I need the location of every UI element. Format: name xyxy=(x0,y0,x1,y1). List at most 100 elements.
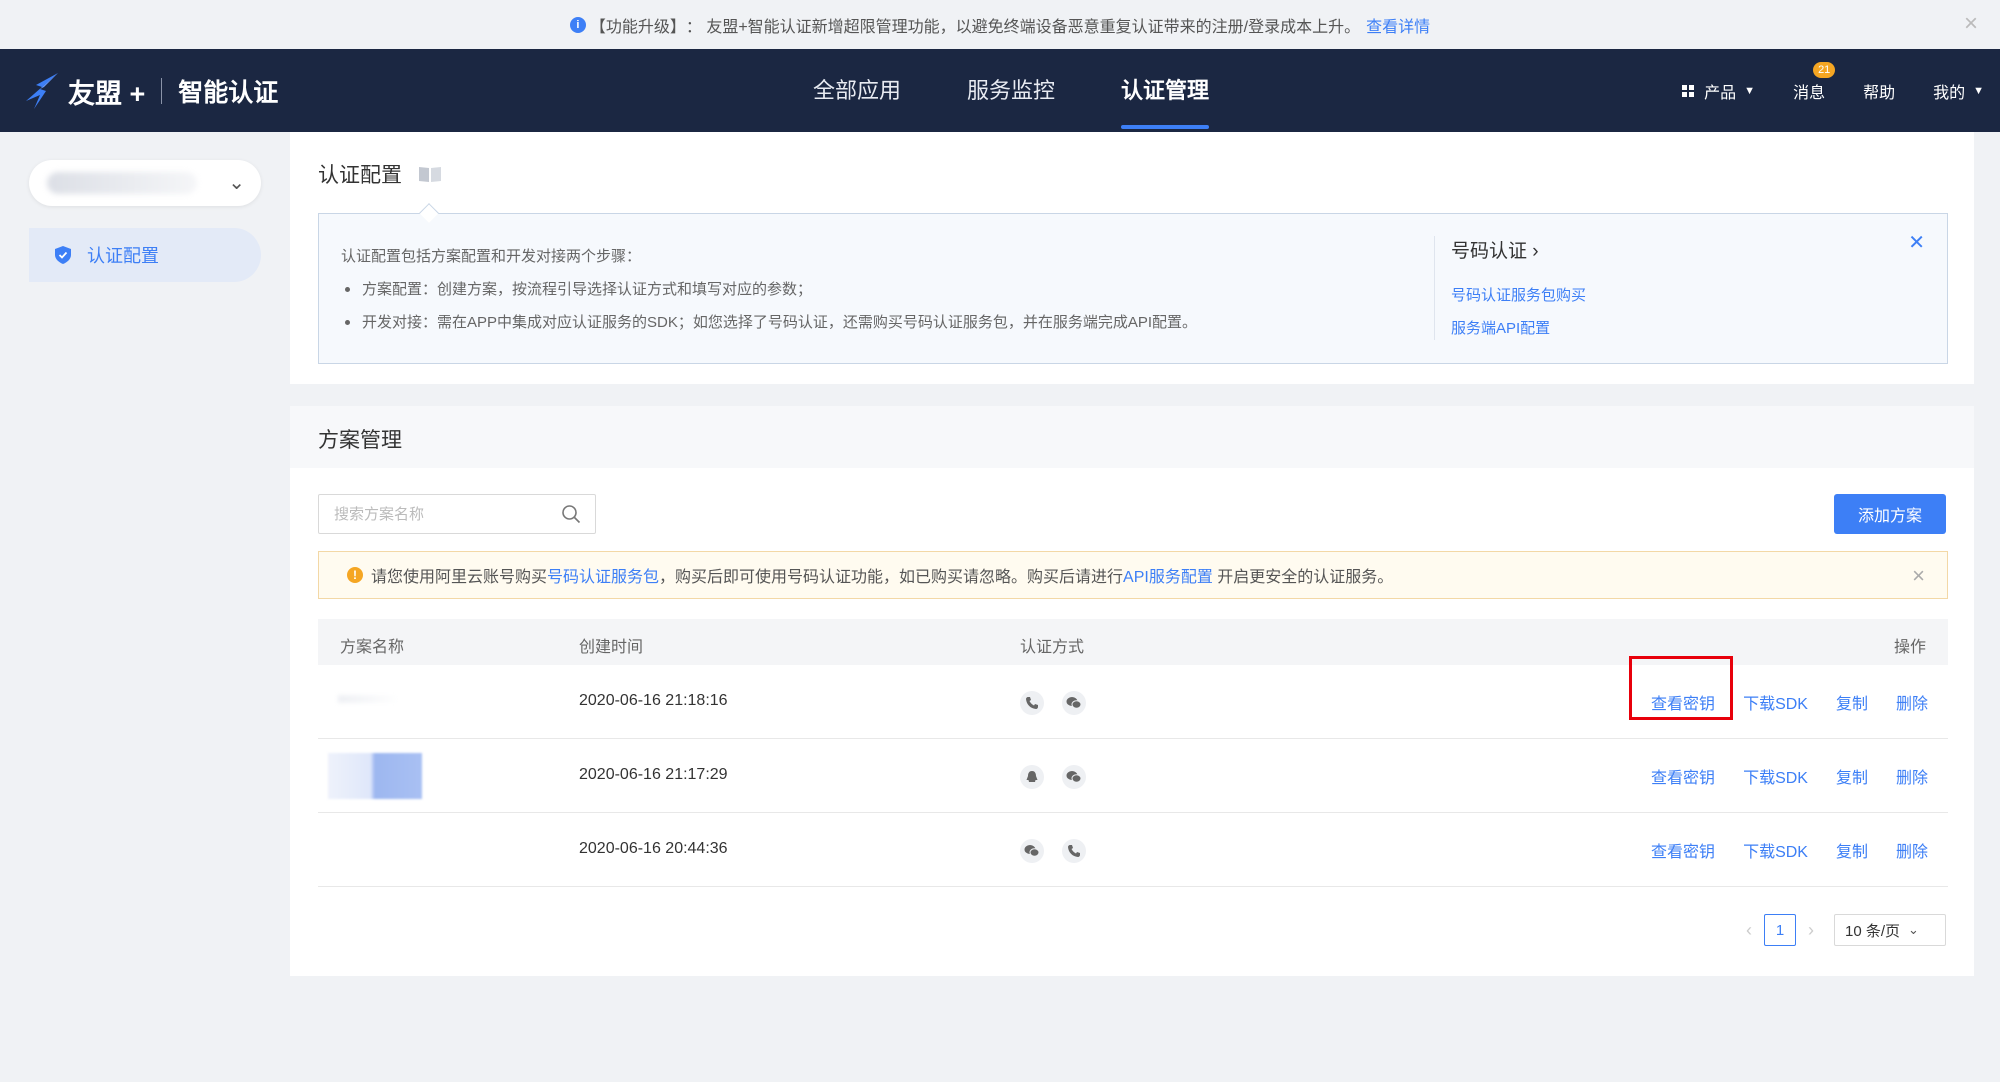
created-time: 2020-06-16 20:44:36 xyxy=(579,840,728,857)
close-icon[interactable]: ✕ xyxy=(1908,230,1925,255)
number-auth-title: 号码认证 xyxy=(1451,241,1528,262)
delete-link[interactable]: 删除 xyxy=(1896,838,1928,862)
nav-all-apps[interactable]: 全部应用 xyxy=(813,49,901,132)
plan-table: 方案名称 创建时间 认证方式 操作 2020-06-16 21:18:16 查看… xyxy=(318,619,1948,887)
sidebar-item-auth-config[interactable]: 认证配置 xyxy=(29,228,261,282)
book-icon[interactable] xyxy=(418,165,442,183)
service-package-link[interactable]: 号码认证服务包 xyxy=(547,563,659,587)
prev-page-icon[interactable]: ‹ xyxy=(1746,920,1752,941)
product-name: 智能认证 xyxy=(178,79,279,107)
page-1-button[interactable]: 1 xyxy=(1764,914,1796,946)
table-row: 2020-06-16 21:17:29 查看密钥 下载SDK 复制 删除 xyxy=(318,739,1948,813)
top-navbar: 友盟 + 智能认证 全部应用 服务监控 认证管理 产品 ▼ 消息 21 帮助 我… xyxy=(0,49,2000,132)
close-icon[interactable]: × xyxy=(1964,12,1978,36)
column-header-actions: 操作 xyxy=(1893,639,1926,656)
qq-icon xyxy=(1020,765,1044,789)
wechat-icon xyxy=(1062,691,1086,715)
search-icon[interactable] xyxy=(561,504,581,524)
column-header-name: 方案名称 xyxy=(340,639,405,656)
warning-text-3: 开启更安全的认证服务。 xyxy=(1217,569,1394,586)
page-title: 认证配置 xyxy=(318,164,402,187)
created-time: 2020-06-16 21:18:16 xyxy=(579,692,728,709)
nav-service-monitor[interactable]: 服务监控 xyxy=(967,49,1055,132)
search-box xyxy=(318,494,596,534)
warning-text-1: 请您使用阿里云账号购买 xyxy=(371,569,548,586)
sidebar: ⌄ 认证配置 xyxy=(0,132,290,1082)
chevron-right-icon: › xyxy=(1532,241,1539,262)
config-steps: 认证配置包括方案配置和开发对接两个步骤： 方案配置：创建方案，按流程引导选择认证… xyxy=(341,240,1197,339)
auth-config-title-row: 认证配置 xyxy=(318,159,442,189)
view-secret-key-link[interactable]: 查看密钥 xyxy=(1651,838,1715,862)
view-secret-key-link[interactable]: 查看密钥 xyxy=(1651,764,1715,788)
messages-link[interactable]: 消息 21 xyxy=(1793,61,1836,103)
warning-icon: ! xyxy=(347,567,363,583)
next-page-icon[interactable]: › xyxy=(1808,920,1814,941)
account-label: 我的 xyxy=(1933,84,1966,102)
config-step-item: 开发对接：需在APP中集成对应认证服务的SDK；如您选择了号码认证，还需购买号码… xyxy=(341,306,1197,339)
download-sdk-link[interactable]: 下载SDK xyxy=(1743,764,1808,788)
bullet-dot xyxy=(345,287,350,292)
plan-name-redacted xyxy=(328,753,422,799)
download-sdk-link[interactable]: 下载SDK xyxy=(1743,838,1808,862)
server-api-config-link[interactable]: 服务端API配置 xyxy=(1451,312,1586,345)
app-selector[interactable]: ⌄ xyxy=(29,160,261,206)
messages-badge: 21 xyxy=(1813,61,1836,78)
copy-link[interactable]: 复制 xyxy=(1836,690,1868,714)
help-label: 帮助 xyxy=(1863,84,1896,102)
config-step-text: 方案配置：创建方案，按流程引导选择认证方式和填写对应的参数； xyxy=(362,281,813,298)
download-sdk-link[interactable]: 下载SDK xyxy=(1743,690,1808,714)
delete-link[interactable]: 删除 xyxy=(1896,690,1928,714)
copy-link[interactable]: 复制 xyxy=(1836,838,1868,862)
row-actions: 查看密钥 下载SDK 复制 删除 xyxy=(1651,739,1948,813)
add-plan-button[interactable]: 添加方案 xyxy=(1834,494,1946,534)
column-header-created: 创建时间 xyxy=(579,639,644,656)
help-link[interactable]: 帮助 xyxy=(1863,79,1895,103)
plan-management-card: 方案管理 添加方案 ! 请您使用阿里云账号购买 号码认证服务包 ，购买后即可使用… xyxy=(290,406,1974,976)
page-size-select[interactable]: 10 条/页 ⌄ xyxy=(1834,914,1946,946)
copy-link[interactable]: 复制 xyxy=(1836,764,1868,788)
wechat-icon xyxy=(1020,839,1044,863)
created-time: 2020-06-16 21:17:29 xyxy=(579,766,728,783)
caret-down-icon: ▼ xyxy=(1973,84,1984,97)
brand-divider xyxy=(161,78,163,104)
view-secret-key-link[interactable]: 查看密钥 xyxy=(1629,656,1734,720)
account-menu[interactable]: 我的 ▼ xyxy=(1933,79,1984,103)
page-size-label: 10 条/页 xyxy=(1845,922,1901,940)
brand[interactable]: 友盟 + 智能认证 xyxy=(22,71,278,111)
shield-check-icon xyxy=(55,246,71,264)
number-auth-heading[interactable]: 号码认证 › xyxy=(1451,236,1586,263)
sidebar-item-label: 认证配置 xyxy=(87,246,159,266)
config-step-item: 方案配置：创建方案，按流程引导选择认证方式和填写对应的参数； xyxy=(341,273,1197,306)
announcement-bar: i 【功能升级】 ： 友盟+智能认证新增超限管理功能，以避免终端设备恶意重复认证… xyxy=(0,0,2000,49)
app-name-redacted xyxy=(47,172,197,194)
brand-name: 友盟 + xyxy=(68,78,146,109)
products-label: 产品 xyxy=(1704,84,1737,102)
main-nav: 全部应用 服务监控 认证管理 xyxy=(780,49,1242,132)
auth-methods xyxy=(1020,691,1104,715)
pagination: ‹ 1 › 10 条/页 ⌄ xyxy=(1746,914,1946,946)
delete-link[interactable]: 删除 xyxy=(1896,764,1928,788)
api-config-link[interactable]: API服务配置 xyxy=(1123,563,1213,587)
auth-methods xyxy=(1020,765,1104,789)
plan-card-header xyxy=(290,406,1974,468)
search-input[interactable] xyxy=(319,495,539,533)
number-auth-panel: 号码认证 › 号码认证服务包购买 服务端API配置 xyxy=(1451,236,1586,345)
purchase-warning-alert: ! 请您使用阿里云账号购买 号码认证服务包 ，购买后即可使用号码认证功能，如已购… xyxy=(318,551,1948,599)
announcement-details-link[interactable]: 查看详情 xyxy=(1366,13,1430,37)
auth-methods xyxy=(1020,839,1104,863)
nav-auth-management[interactable]: 认证管理 xyxy=(1121,49,1210,132)
umeng-logo-icon xyxy=(26,73,58,109)
products-menu[interactable]: 产品 ▼ xyxy=(1682,79,1755,103)
auth-config-card: 认证配置 认证配置包括方案配置和开发对接两个步骤： 方案配置：创建方案，按流程引… xyxy=(290,132,1974,384)
table-row: 2020-06-16 20:44:36 查看密钥 下载SDK 复制 删除 xyxy=(318,813,1948,887)
row-actions: 查看密钥 下载SDK 复制 删除 xyxy=(1651,813,1948,887)
bullet-dot xyxy=(345,320,350,325)
buy-service-package-link[interactable]: 号码认证服务包购买 xyxy=(1451,279,1586,312)
warning-text-2: ，购买后即可使用号码认证功能，如已购买请忽略。购买后请进行 xyxy=(659,569,1124,586)
config-intro: 认证配置包括方案配置和开发对接两个步骤： xyxy=(341,248,642,265)
phone-icon xyxy=(1020,691,1044,715)
info-icon: i xyxy=(569,16,586,33)
close-icon[interactable]: × xyxy=(1912,563,1925,589)
chevron-down-icon: ⌄ xyxy=(1908,922,1919,937)
plan-name-redacted xyxy=(338,695,398,703)
